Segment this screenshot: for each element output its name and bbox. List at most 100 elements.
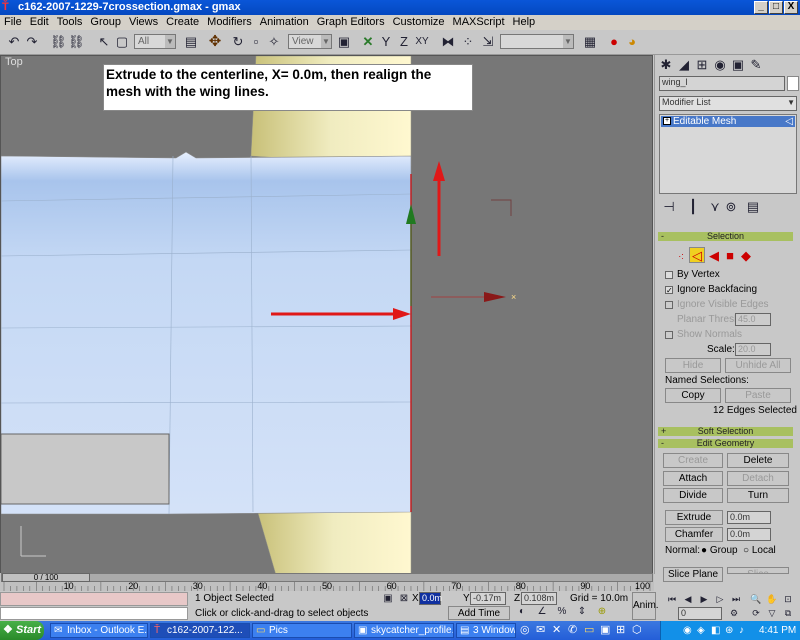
quicklaunch-icon-8[interactable]: ⬡: [632, 623, 642, 636]
menu-animation[interactable]: Animation: [256, 15, 313, 30]
play-icon[interactable]: ▶: [696, 591, 712, 607]
render-icon[interactable]: ●: [606, 34, 622, 50]
show-end-result-icon[interactable]: ┃: [685, 199, 701, 215]
maximize-viewport-icon[interactable]: ⧉: [780, 605, 796, 621]
hierarchy-tab-icon[interactable]: ⊞: [694, 57, 710, 73]
menu-graph-editors[interactable]: Graph Editors: [313, 15, 389, 30]
paste-button[interactable]: Paste: [725, 388, 791, 403]
link-icon[interactable]: ⛓: [50, 34, 67, 50]
axis-xy-icon[interactable]: XY: [414, 34, 430, 50]
start-button[interactable]: ❖ Start: [0, 621, 44, 640]
reference-coord-dropdown[interactable]: View ▼: [288, 34, 332, 49]
slice-button[interactable]: Slice: [727, 567, 789, 574]
quicklaunch-icon-3[interactable]: ✕: [552, 623, 561, 636]
detach-button[interactable]: Detach: [727, 471, 789, 486]
selection-filter-dropdown[interactable]: All ▼: [134, 34, 176, 49]
menu-group[interactable]: Group: [86, 15, 125, 30]
field-of-view-icon[interactable]: ▽: [764, 605, 780, 621]
menu-tools[interactable]: Tools: [53, 15, 87, 30]
mirror-icon[interactable]: ⧓: [440, 34, 456, 50]
group-radio[interactable]: ● Group: [701, 545, 738, 556]
array-icon[interactable]: ⁘: [460, 34, 476, 50]
move-icon[interactable]: ✥: [207, 34, 223, 50]
snap-icon[interactable]: ◐: [514, 604, 530, 620]
rotate-icon[interactable]: ↻: [230, 34, 246, 50]
modify-tab-icon[interactable]: ◢: [676, 57, 692, 73]
ignore-backfacing-checkbox[interactable]: ✓: [665, 286, 673, 295]
pin-stack-icon[interactable]: ⊣: [661, 199, 677, 215]
region-select-icon[interactable]: ▢: [114, 34, 130, 50]
create-tab-icon[interactable]: ✱: [658, 57, 674, 73]
extrude-button[interactable]: Extrude: [665, 510, 723, 525]
time-slider[interactable]: 0 / 100: [2, 573, 90, 582]
anim-mode-button[interactable]: Anim.: [632, 592, 659, 620]
modifier-list-dropdown[interactable]: Modifier List ▼: [659, 96, 797, 111]
menu-customize[interactable]: Customize: [389, 15, 449, 30]
maxscript-output[interactable]: [0, 607, 188, 620]
scale-icon[interactable]: ▫: [248, 34, 264, 50]
remove-modifier-icon[interactable]: ⊚: [723, 199, 739, 215]
select-by-name-icon[interactable]: ▤: [183, 34, 199, 50]
axis-z-icon[interactable]: Z: [396, 34, 412, 50]
percent-snap-icon[interactable]: %: [554, 604, 570, 620]
maxscript-listener[interactable]: [0, 592, 188, 606]
task-gmax[interactable]: Ťc162-2007-122...: [150, 623, 250, 638]
pivot-icon[interactable]: ✧: [266, 34, 282, 50]
x-coordinate-field[interactable]: 0.0m: [419, 592, 442, 605]
configure-sets-icon[interactable]: ▤: [745, 199, 761, 215]
minimize-button[interactable]: _: [754, 1, 768, 14]
close-button[interactable]: X: [784, 1, 798, 14]
select-icon[interactable]: ↖: [96, 34, 112, 50]
spinner-snap-icon[interactable]: ⇕: [574, 604, 590, 620]
object-color-swatch[interactable]: [787, 76, 799, 91]
pivot-center-icon[interactable]: ▣: [336, 34, 352, 50]
tray-icon-1[interactable]: ◉: [683, 621, 692, 640]
local-radio[interactable]: ○ Local: [743, 545, 776, 556]
unlink-icon[interactable]: ⛓: [68, 34, 85, 50]
display-tab-icon[interactable]: ▣: [730, 57, 746, 73]
previous-frame-icon[interactable]: ◀: [680, 591, 696, 607]
task-skycatcher[interactable]: ▣ skycatcher_profile...: [354, 623, 454, 638]
tray-icon-3[interactable]: ◧: [711, 621, 720, 640]
copy-button[interactable]: Copy: [665, 388, 721, 403]
snap-toggle-icon[interactable]: ⊕: [594, 604, 610, 620]
chamfer-button[interactable]: Chamfer: [665, 527, 723, 542]
hide-button[interactable]: Hide: [665, 358, 721, 373]
stack-item-editable-mesh[interactable]: + Editable Mesh ◁: [661, 116, 795, 127]
polygon-level-icon[interactable]: ■: [722, 248, 738, 264]
menu-file[interactable]: File: [0, 15, 26, 30]
go-to-start-icon[interactable]: ⏮: [664, 591, 680, 607]
menu-maxscript[interactable]: MAXScript: [449, 15, 509, 30]
viewport-top[interactable]: × Top: [0, 55, 653, 574]
quicklaunch-icon-7[interactable]: ⊞: [616, 623, 625, 636]
current-frame-field[interactable]: 0: [678, 607, 722, 620]
task-outlook[interactable]: ✉ Inbox - Outlook E...: [50, 623, 148, 638]
edit-geometry-rollout-header[interactable]: - Edit Geometry: [658, 439, 793, 448]
axis-constraint-x-icon[interactable]: ✕: [360, 34, 376, 50]
task-windows-pictures[interactable]: ▤3 Windows Pictur...: [456, 623, 516, 638]
turn-button[interactable]: Turn: [727, 488, 789, 503]
tray-icon-4[interactable]: ⊛: [725, 621, 733, 640]
redo-icon[interactable]: ↷: [24, 34, 40, 50]
selection-rollout-header[interactable]: - Selection: [658, 232, 793, 241]
attach-button[interactable]: Attach: [663, 471, 723, 486]
chamfer-amount-field[interactable]: 0.0m: [727, 528, 771, 541]
delete-button[interactable]: Delete: [727, 453, 789, 468]
extrude-amount-field[interactable]: 0.0m: [727, 511, 771, 524]
utilities-tab-icon[interactable]: ✎: [748, 57, 764, 73]
timeline[interactable]: 0 / 100 10 20 30 40 50 60 70 80 90 100: [0, 573, 654, 591]
tray-icon-2[interactable]: ◈: [697, 621, 705, 640]
by-vertex-checkbox[interactable]: [665, 271, 673, 279]
create-button[interactable]: Create: [663, 453, 723, 468]
undo-icon[interactable]: ↶: [6, 34, 22, 50]
face-level-icon[interactable]: ◀: [706, 248, 722, 264]
material-editor-icon[interactable]: ▦: [582, 34, 598, 50]
expand-icon[interactable]: +: [663, 117, 671, 125]
add-time-tag-button[interactable]: Add Time Tag: [448, 606, 510, 632]
soft-selection-rollout-header[interactable]: + Soft Selection: [658, 427, 793, 436]
menu-create[interactable]: Create: [162, 15, 203, 30]
object-name-field[interactable]: wing_l: [659, 76, 785, 91]
vertex-level-icon[interactable]: ·:: [673, 248, 689, 264]
align-icon[interactable]: ⇲: [480, 34, 496, 50]
quicklaunch-icon-4[interactable]: ✆: [568, 623, 577, 636]
